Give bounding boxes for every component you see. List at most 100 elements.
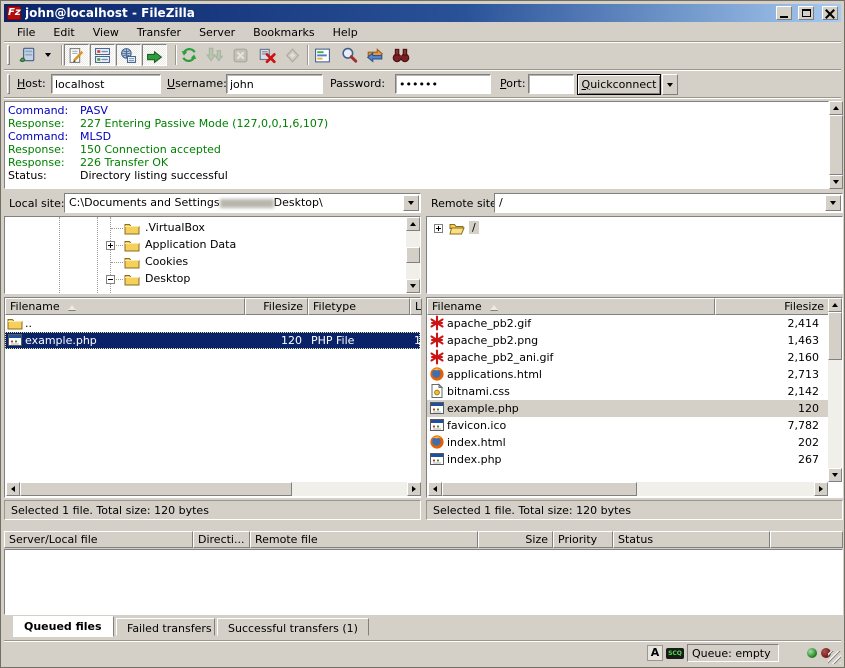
column-header-filesize[interactable]: Filesize (245, 298, 308, 315)
username-input[interactable] (226, 74, 323, 94)
table-row[interactable]: index.html 202 (427, 434, 829, 451)
scroll-left-button[interactable] (428, 482, 442, 496)
synchronized-browsing-button[interactable] (362, 44, 387, 66)
log-scrollbar[interactable] (829, 101, 843, 189)
process-queue-icon (206, 46, 224, 64)
menu-transfer[interactable]: Transfer (128, 24, 190, 41)
column-header-filename[interactable]: Filename (427, 298, 715, 315)
minimize-button[interactable] (776, 6, 792, 20)
filter-button[interactable] (310, 44, 335, 66)
table-row[interactable]: index.php 267 (427, 451, 829, 468)
expand-icon[interactable] (106, 241, 115, 250)
tree-item-desktop[interactable]: Desktop (5, 271, 420, 288)
column-header-filesize[interactable]: Filesize (715, 298, 829, 315)
quickconnect-grip[interactable] (7, 74, 10, 94)
column-header-lastmodified[interactable]: L (410, 298, 422, 315)
cancel-button[interactable] (228, 44, 253, 66)
title-bar[interactable]: Fz john@localhost - FileZilla (4, 4, 841, 22)
chevron-down-icon (667, 83, 673, 87)
scrollbar-thumb[interactable] (442, 482, 637, 496)
scrollbar-thumb[interactable] (829, 115, 843, 175)
column-header-size[interactable]: Size (478, 531, 553, 548)
scroll-left-button[interactable] (6, 482, 20, 496)
remote-list-hscrollbar[interactable] (428, 482, 828, 496)
remote-site-combobox[interactable]: / (494, 193, 843, 213)
local-tree-scrollbar[interactable] (406, 217, 420, 293)
scroll-down-button[interactable] (406, 279, 420, 293)
host-label: Host: (17, 77, 46, 90)
expand-icon[interactable] (434, 224, 443, 233)
quickconnect-button[interactable]: Quickconnect (577, 74, 661, 95)
scroll-down-button[interactable] (829, 175, 843, 189)
column-header-status[interactable]: Status (613, 531, 770, 548)
menu-help[interactable]: Help (324, 24, 367, 41)
tree-item-application-data[interactable]: Application Data (5, 237, 420, 254)
column-header-direction[interactable]: Directi... (193, 531, 250, 548)
site-manager-dropdown-button[interactable] (40, 44, 55, 66)
port-input[interactable] (528, 74, 574, 94)
refresh-button[interactable] (176, 44, 201, 66)
compare-directories-button[interactable] (336, 44, 361, 66)
scroll-up-button[interactable] (829, 101, 843, 115)
column-header-server-local-file[interactable]: Server/Local file (4, 531, 193, 548)
toggle-local-tree-button[interactable] (90, 44, 115, 66)
tab-successful-transfers[interactable]: Successful transfers (1) (217, 618, 369, 636)
reconnect-button[interactable] (280, 44, 305, 66)
tab-failed-transfers[interactable]: Failed transfers (116, 618, 215, 636)
table-row[interactable]: example.php 120 (427, 400, 829, 417)
quickconnect-dropdown-button[interactable] (662, 74, 678, 95)
tree-item-virtualbox[interactable]: .VirtualBox (5, 220, 420, 237)
scroll-right-button[interactable] (407, 482, 421, 496)
menu-file[interactable]: File (8, 24, 44, 41)
table-row[interactable]: example.php 120 PHP File 1 (5, 332, 420, 349)
collapse-icon[interactable] (106, 275, 115, 284)
toggle-remote-tree-button[interactable] (116, 44, 141, 66)
column-header-filetype[interactable]: Filetype (308, 298, 410, 315)
scrollbar-thumb[interactable] (20, 482, 292, 496)
scroll-down-button[interactable] (828, 468, 842, 482)
toolbar-grip[interactable] (7, 45, 10, 65)
tree-item-root[interactable]: / (427, 220, 842, 237)
tab-queued-files[interactable]: Queued files (13, 616, 114, 637)
password-input[interactable] (395, 74, 491, 94)
transfer-queue-list[interactable] (4, 549, 843, 615)
maximize-button[interactable] (798, 6, 814, 20)
scroll-up-button[interactable] (828, 298, 842, 312)
column-header-remote-file[interactable]: Remote file (250, 531, 478, 548)
local-list-hscrollbar[interactable] (6, 482, 421, 496)
scrollbar-thumb[interactable] (828, 312, 842, 360)
site-manager-button[interactable] (14, 44, 39, 66)
filezilla-app-icon[interactable]: Fz (7, 6, 21, 20)
column-header-filename[interactable]: Filename (5, 298, 245, 315)
scrollbar-thumb[interactable] (406, 247, 420, 263)
find-files-button[interactable] (388, 44, 413, 66)
column-header-priority[interactable]: Priority (553, 531, 613, 548)
remote-site-dropdown-button[interactable] (825, 195, 841, 211)
menu-bookmarks[interactable]: Bookmarks (244, 24, 323, 41)
toggle-message-log-button[interactable] (64, 44, 89, 66)
process-queue-button[interactable] (202, 44, 227, 66)
table-row[interactable]: apache_pb2_ani.gif 2,160 (427, 349, 829, 366)
host-input[interactable] (51, 74, 161, 94)
menu-edit[interactable]: Edit (44, 24, 83, 41)
close-button[interactable] (822, 6, 838, 20)
scroll-right-button[interactable] (814, 482, 828, 496)
tree-item-cookies[interactable]: Cookies (5, 254, 420, 271)
menu-view[interactable]: View (84, 24, 128, 41)
local-site-dropdown-button[interactable] (403, 195, 419, 211)
resize-grip[interactable] (828, 651, 841, 664)
table-row[interactable]: applications.html 2,713 (427, 366, 829, 383)
table-row[interactable]: apache_pb2.png 1,463 (427, 332, 829, 349)
table-row[interactable]: bitnami.css 2,142 (427, 383, 829, 400)
local-site-combobox[interactable]: C:\Documents and SettingsDesktop\ (64, 193, 421, 213)
table-row[interactable]: apache_pb2.gif 2,414 (427, 315, 829, 332)
menu-server[interactable]: Server (190, 24, 244, 41)
disconnect-button[interactable] (254, 44, 279, 66)
table-row[interactable]: favicon.ico 7,782 (427, 417, 829, 434)
speed-limits-icon[interactable]: SCQ (666, 648, 684, 659)
toggle-queue-button[interactable] (142, 44, 167, 66)
scroll-up-button[interactable] (406, 217, 420, 231)
remote-list-vscrollbar[interactable] (828, 298, 842, 482)
table-row[interactable]: .. (5, 315, 420, 332)
folder-icon (124, 271, 140, 287)
